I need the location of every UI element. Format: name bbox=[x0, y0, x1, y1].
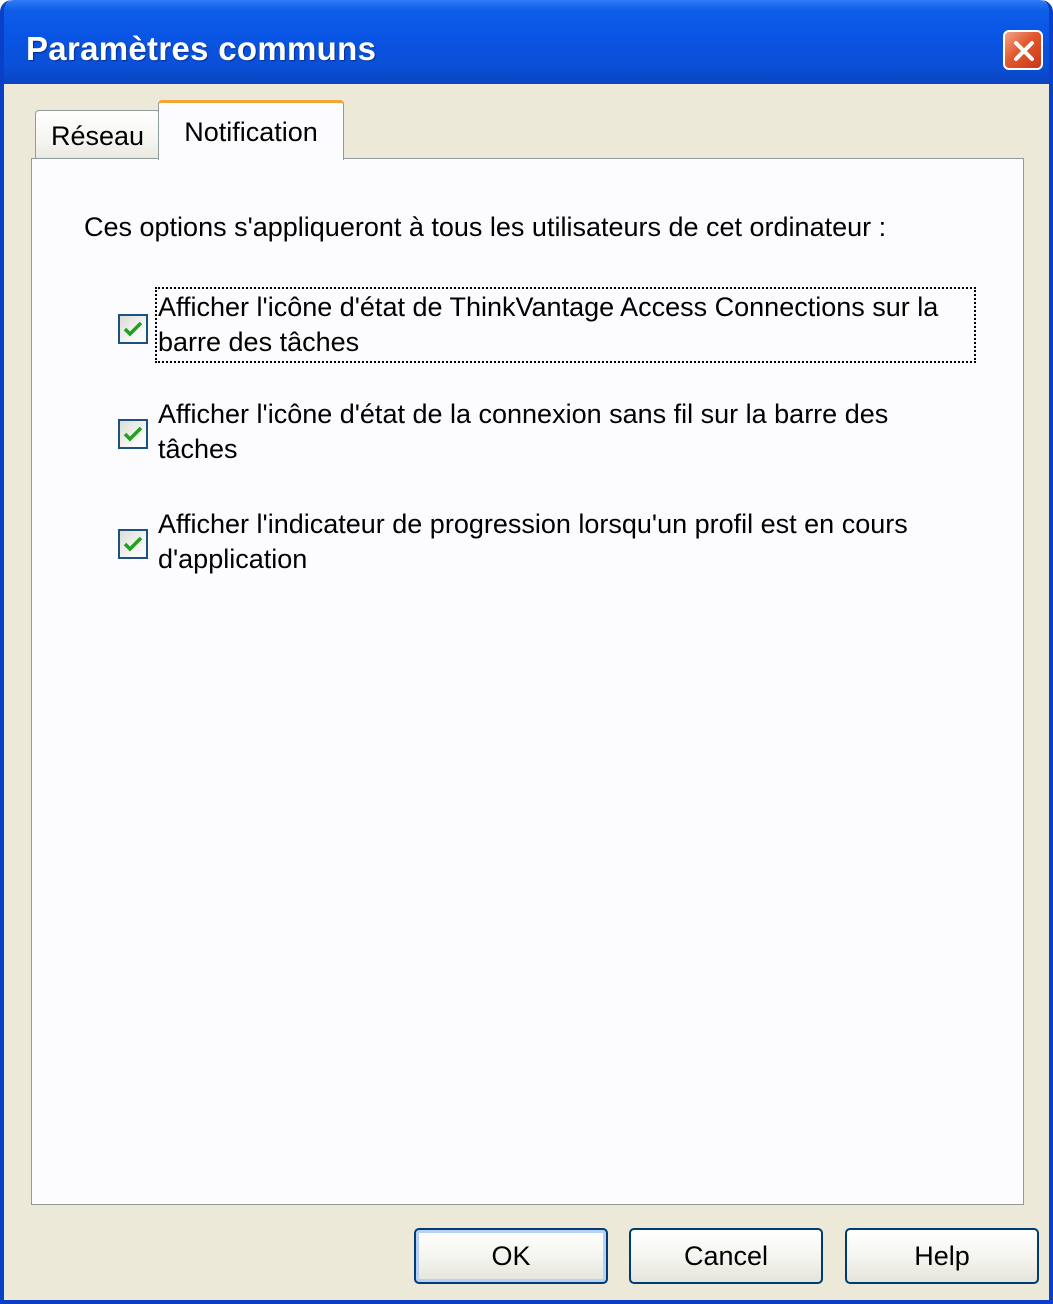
help-button[interactable]: Help bbox=[845, 1228, 1039, 1284]
tab-notification[interactable]: Notification bbox=[158, 100, 344, 160]
option-label: Afficher l'indicateur de progression lor… bbox=[158, 509, 908, 574]
tab-notification-label: Notification bbox=[184, 117, 318, 147]
check-icon bbox=[123, 321, 143, 337]
close-button[interactable] bbox=[1003, 30, 1043, 70]
checkbox-show-wireless-icon[interactable] bbox=[118, 419, 148, 449]
ok-button[interactable]: OK bbox=[414, 1228, 608, 1284]
checkbox-show-progress[interactable] bbox=[118, 529, 148, 559]
cancel-button[interactable]: Cancel bbox=[629, 1228, 823, 1284]
checkbox-show-status-icon[interactable] bbox=[118, 314, 148, 344]
option-label: Afficher l'icône d'état de ThinkVantage … bbox=[155, 287, 976, 363]
check-icon bbox=[123, 536, 143, 552]
title-bar[interactable]: Paramètres communs bbox=[4, 0, 1049, 84]
close-icon bbox=[1014, 41, 1034, 61]
option-label: Afficher l'icône d'état de la connexion … bbox=[158, 399, 889, 464]
tab-reseau-label: Réseau bbox=[50, 121, 145, 151]
check-icon bbox=[123, 426, 143, 442]
window-title: Paramètres communs bbox=[26, 30, 377, 67]
intro-text: Ces options s'appliqueront à tous les ut… bbox=[84, 212, 887, 242]
tab-reseau[interactable]: Réseau bbox=[35, 110, 160, 158]
